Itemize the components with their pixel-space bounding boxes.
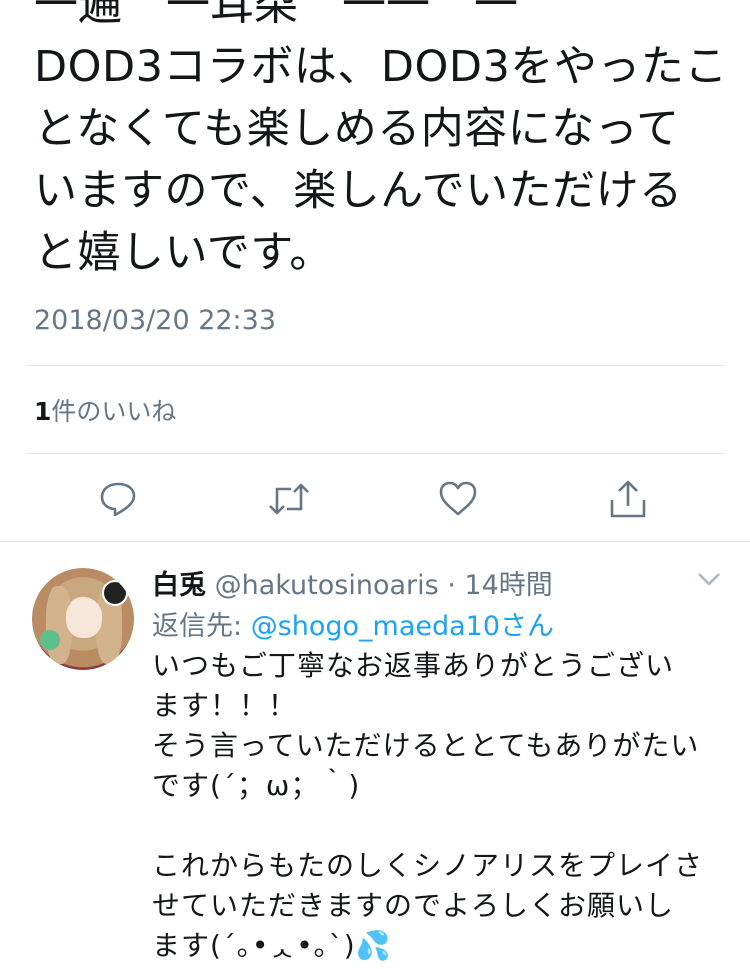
reply-display-name[interactable]: 白兎 [152,570,206,601]
divider [26,453,724,454]
tweet-timestamp[interactable]: 2018/03/20 22:33 [34,305,276,336]
tweet-text: DOD3コラボは、DOD3をやったこ となくても楽しめる内容になって いますので… [34,36,728,284]
tweet-text-line: いますので、楽しんでいただける [34,166,683,216]
share-icon [610,480,646,518]
reply-menu-button[interactable] [696,570,722,592]
replying-to: 返信先: @shogo_maeda10さん [152,604,554,643]
likes-count: 1 [34,397,52,426]
reply-button[interactable] [91,472,145,526]
share-button[interactable] [601,472,655,526]
tweet-actions-bar [0,472,750,526]
thread-separator [0,541,750,542]
avatar-decoration [40,630,60,650]
reply-text-line: せていただきますのでよろしくお願いし [152,889,675,922]
avatar-badge [102,580,128,606]
tweet-text-line: と嬉しいです。 [34,228,333,278]
reply-header: 白兎 @hakutosinoaris · 14時間 [152,563,553,602]
reply-text-line [152,806,732,846]
tweet-text-line: DOD3コラボは、DOD3をやったこ [34,42,728,92]
retweet-icon [269,483,309,515]
reply-text-line: そう言っていただけるととてもありがたい [152,729,700,762]
replying-prefix: 返信先: [152,611,251,642]
replying-mention-link[interactable]: @shogo_maeda10さん [251,611,554,642]
cutoff-text-line: 一遍 一耳朶 一一 一 [34,0,518,30]
divider [26,365,724,366]
tweet-text-line: となくても楽しめる内容になって [34,104,680,154]
reply-handle-time[interactable]: @hakutosinoaris · 14時間 [215,570,553,601]
avatar-face [66,598,102,638]
reply-text-line: ます(´｡•ᆺ•｡`)💦 [152,929,392,962]
reply-text-line: これからもたのしくシノアリスをプレイさ [152,849,704,882]
likes-label: 件のいいね [51,397,177,426]
reply-text: いつもご丁寧なお返事ありがとうござい ます！！！ そう言っていただけるととてもあ… [152,646,732,966]
chevron-down-icon [698,573,720,586]
retweet-button[interactable] [262,472,316,526]
likes-count-row[interactable]: 1件のいいね [34,392,176,428]
reply-icon [100,482,136,517]
reply-text-line: です(´；ω；｀) [152,769,361,802]
like-button[interactable] [431,472,485,526]
like-icon [439,481,477,516]
avatar[interactable] [32,568,134,670]
reply-text-line: ます！！！ [152,689,298,722]
reply-text-line: いつもご丁寧なお返事ありがとうござい [152,649,675,682]
